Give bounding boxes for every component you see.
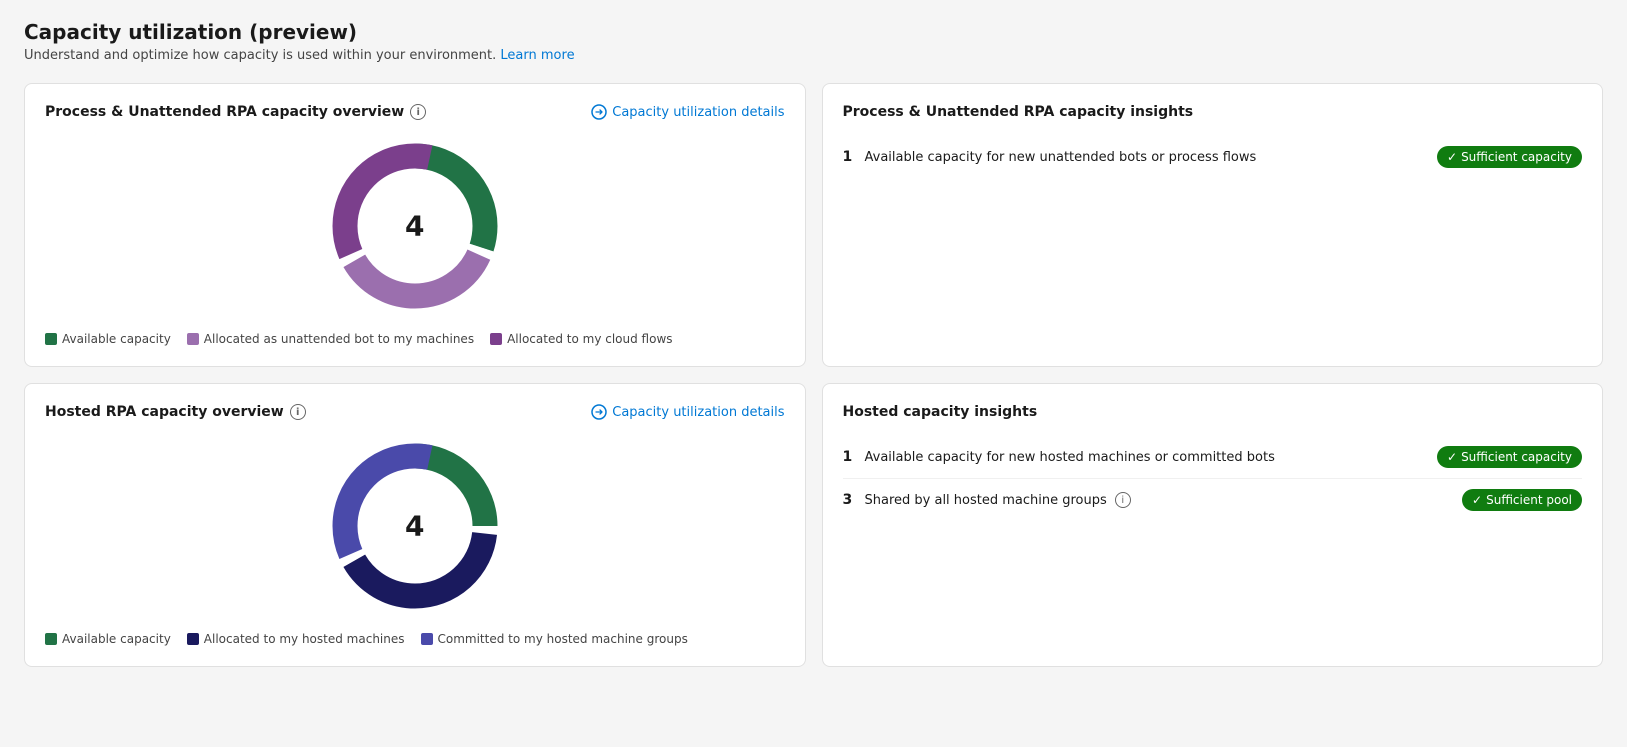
process-rpa-donut: 4 (325, 136, 505, 316)
hosted-rpa-overview-card: Hosted RPA capacity overview i Capacity … (24, 383, 806, 667)
hosted-legend-label-machines: Allocated to my hosted machines (204, 632, 405, 646)
page-subtitle: Understand and optimize how capacity is … (24, 48, 1603, 63)
hosted-details-link-icon (591, 404, 607, 420)
insight-badge-0: ✓ Sufficient capacity (1437, 146, 1582, 168)
hosted-insight-badge-0: ✓ Sufficient capacity (1437, 446, 1582, 468)
hosted-rpa-chart: 4 (45, 436, 785, 616)
hosted-insight-badge-1: ✓ Sufficient pool (1462, 489, 1582, 511)
process-rpa-donut-center: 4 (405, 210, 424, 243)
hosted-rpa-donut: 4 (325, 436, 505, 616)
hosted-rpa-donut-center: 4 (405, 510, 424, 543)
legend-label-cloud-flows: Allocated to my cloud flows (507, 332, 672, 346)
hosted-insight-info-icon-1[interactable]: i (1115, 492, 1131, 508)
process-rpa-details-link[interactable]: Capacity utilization details (591, 104, 784, 120)
process-rpa-insights-title: Process & Unattended RPA capacity insigh… (843, 104, 1194, 120)
hosted-legend-label-available: Available capacity (62, 632, 171, 646)
hosted-legend-dot-committed (421, 633, 433, 645)
legend-item-unattended: Allocated as unattended bot to my machin… (187, 332, 474, 346)
hosted-insight-number-0: 1 (843, 449, 857, 465)
hosted-legend-item-available: Available capacity (45, 632, 171, 646)
legend-label-unattended: Allocated as unattended bot to my machin… (204, 332, 474, 346)
legend-dot-cloud-flows (490, 333, 502, 345)
hosted-insight-left-0: 1 Available capacity for new hosted mach… (843, 449, 1438, 465)
insight-row-0: 1 Available capacity for new unattended … (843, 136, 1583, 178)
hosted-insight-row-0: 1 Available capacity for new hosted mach… (843, 436, 1583, 479)
hosted-insights-title-group: Hosted capacity insights (843, 404, 1038, 420)
hosted-insight-number-1: 3 (843, 492, 857, 508)
hosted-legend-item-machines: Allocated to my hosted machines (187, 632, 405, 646)
hosted-legend-dot-machines (187, 633, 199, 645)
insight-text-0: Available capacity for new unattended bo… (865, 150, 1257, 165)
legend-dot-unattended (187, 333, 199, 345)
legend-item-cloud-flows: Allocated to my cloud flows (490, 332, 672, 346)
hosted-insights-card: Hosted capacity insights 1 Available cap… (822, 383, 1604, 667)
hosted-rpa-legend: Available capacity Allocated to my hoste… (45, 632, 785, 646)
badge-check-icon-0: ✓ (1447, 150, 1457, 164)
process-rpa-insights-title-group: Process & Unattended RPA capacity insigh… (843, 104, 1194, 120)
hosted-rpa-info-icon[interactable]: i (290, 404, 306, 420)
hosted-insights-title: Hosted capacity insights (843, 404, 1038, 420)
process-rpa-overview-card: Process & Unattended RPA capacity overvi… (24, 83, 806, 367)
hosted-insight-row-1: 3 Shared by all hosted machine groups i … (843, 479, 1583, 521)
hosted-insight-text-1: Shared by all hosted machine groups (865, 493, 1107, 508)
hosted-insight-left-1: 3 Shared by all hosted machine groups i (843, 492, 1463, 508)
page-title: Capacity utilization (preview) (24, 20, 1603, 44)
hosted-insights-header: Hosted capacity insights (843, 404, 1583, 420)
process-rpa-insights-header: Process & Unattended RPA capacity insigh… (843, 104, 1583, 120)
legend-item-available: Available capacity (45, 332, 171, 346)
hosted-badge-check-icon-0: ✓ (1447, 450, 1457, 464)
insight-number-0: 1 (843, 149, 857, 165)
details-link-icon (591, 104, 607, 120)
learn-more-link[interactable]: Learn more (500, 48, 574, 63)
hosted-legend-item-committed: Committed to my hosted machine groups (421, 632, 688, 646)
insight-left-0: 1 Available capacity for new unattended … (843, 149, 1438, 165)
legend-label-available: Available capacity (62, 332, 171, 346)
hosted-insight-text-0: Available capacity for new hosted machin… (865, 450, 1275, 465)
main-grid: Process & Unattended RPA capacity overvi… (24, 83, 1603, 667)
hosted-legend-dot-available (45, 633, 57, 645)
process-rpa-legend: Available capacity Allocated as unattend… (45, 332, 785, 346)
hosted-legend-label-committed: Committed to my hosted machine groups (438, 632, 688, 646)
process-rpa-title-group: Process & Unattended RPA capacity overvi… (45, 104, 426, 120)
process-rpa-chart: 4 (45, 136, 785, 316)
hosted-badge-check-icon-1: ✓ (1472, 493, 1482, 507)
process-rpa-info-icon[interactable]: i (410, 104, 426, 120)
hosted-rpa-title-group: Hosted RPA capacity overview i (45, 404, 306, 420)
process-rpa-overview-header: Process & Unattended RPA capacity overvi… (45, 104, 785, 120)
hosted-rpa-title: Hosted RPA capacity overview (45, 404, 284, 420)
process-rpa-insights-card: Process & Unattended RPA capacity insigh… (822, 83, 1604, 367)
hosted-rpa-overview-header: Hosted RPA capacity overview i Capacity … (45, 404, 785, 420)
hosted-rpa-details-link[interactable]: Capacity utilization details (591, 404, 784, 420)
legend-dot-available (45, 333, 57, 345)
process-rpa-title: Process & Unattended RPA capacity overvi… (45, 104, 404, 120)
